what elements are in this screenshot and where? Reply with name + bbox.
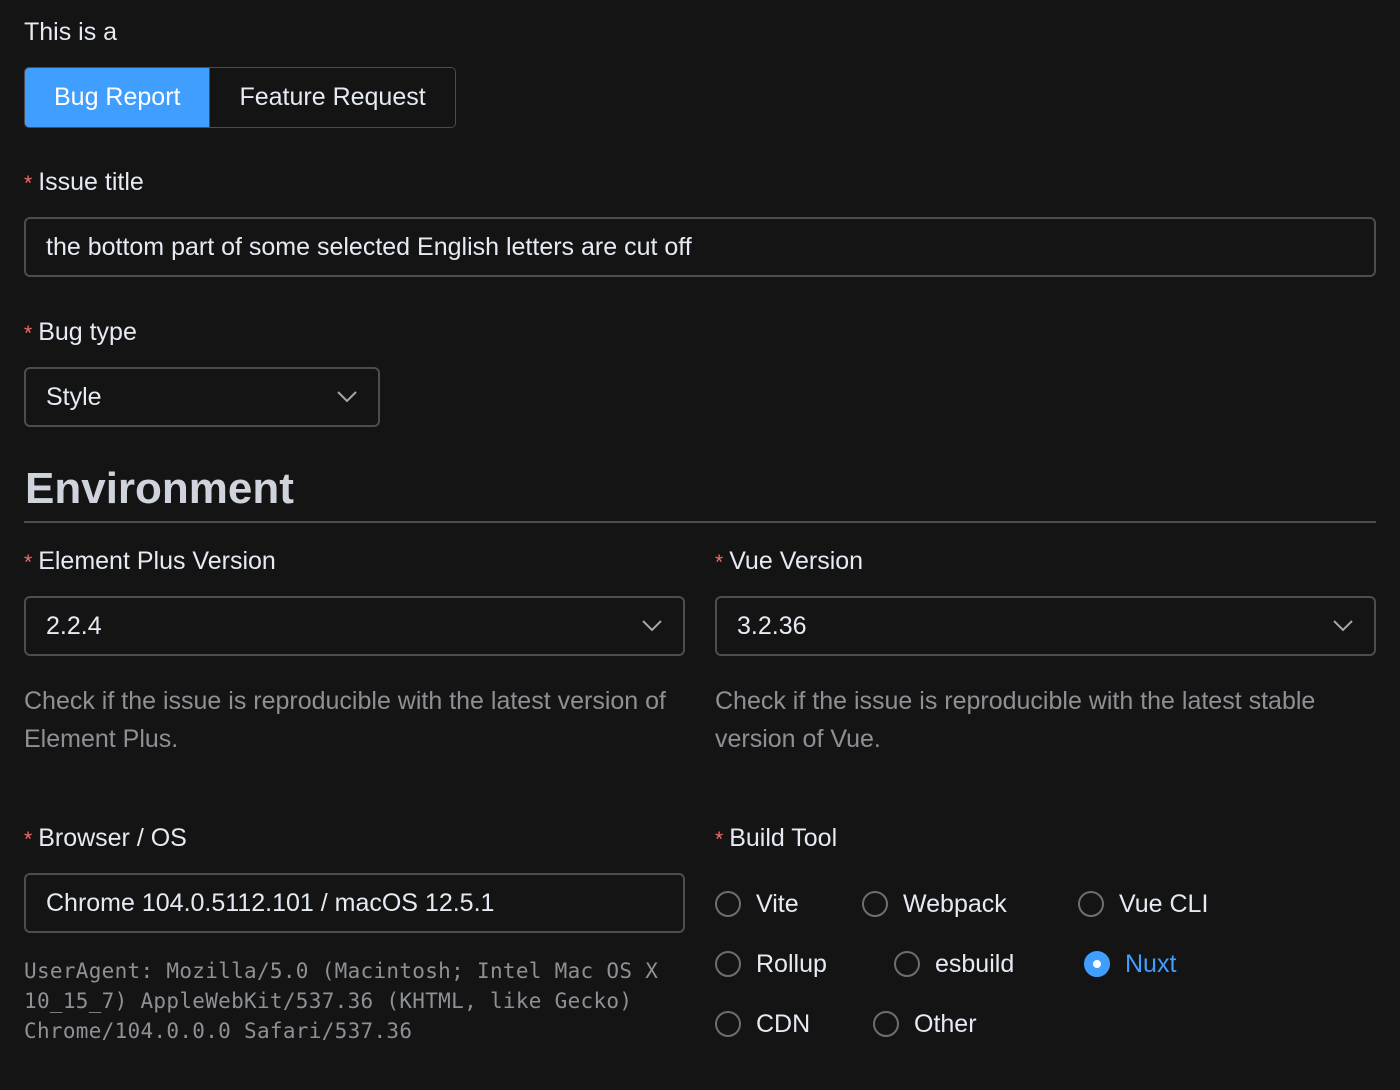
bug-type-label-text: Bug type bbox=[38, 318, 137, 346]
radio-circle-icon bbox=[894, 951, 920, 977]
radio-checked-icon bbox=[1084, 951, 1110, 977]
bug-report-button[interactable]: Bug Report bbox=[25, 68, 210, 127]
required-mark: * bbox=[715, 828, 724, 851]
required-mark: * bbox=[24, 551, 33, 574]
chevron-down-icon bbox=[1332, 615, 1354, 637]
issue-type-label: This is a bbox=[24, 18, 118, 46]
issue-title-label: * Issue title bbox=[24, 167, 144, 199]
build-tool-radio-cdn[interactable]: CDN bbox=[715, 1009, 810, 1039]
required-mark: * bbox=[715, 551, 724, 574]
radio-circle-icon bbox=[715, 1011, 741, 1037]
radio-label: esbuild bbox=[935, 949, 1015, 978]
build-tool-radio-nuxt[interactable]: Nuxt bbox=[1084, 949, 1176, 979]
browser-os-value: Chrome 104.0.5112.101 / macOS 12.5.1 bbox=[46, 888, 495, 917]
radio-circle-icon bbox=[862, 891, 888, 917]
required-mark: * bbox=[24, 828, 33, 851]
issue-title-value: the bottom part of some selected English… bbox=[46, 232, 692, 261]
environment-divider bbox=[24, 521, 1376, 523]
bug-type-select[interactable]: Style bbox=[24, 367, 380, 427]
browser-os-label-text: Browser / OS bbox=[38, 824, 187, 852]
radio-circle-icon bbox=[715, 891, 741, 917]
radio-label: Vite bbox=[756, 889, 799, 918]
build-tool-label-text: Build Tool bbox=[729, 824, 838, 852]
radio-circle-icon bbox=[715, 951, 741, 977]
element-plus-version-help: Check if the issue is reproducible with … bbox=[24, 687, 666, 753]
issue-type-segmented-control: Bug Report Feature Request bbox=[24, 67, 456, 128]
build-tool-label: * Build Tool bbox=[715, 823, 837, 855]
radio-label: Rollup bbox=[756, 949, 827, 978]
chevron-down-icon bbox=[641, 615, 663, 637]
browser-os-label: * Browser / OS bbox=[24, 823, 187, 855]
bug-type-label: * Bug type bbox=[24, 317, 137, 349]
radio-label: CDN bbox=[756, 1009, 811, 1038]
vue-version-label-text: Vue Version bbox=[729, 547, 864, 575]
element-plus-version-label-text: Element Plus Version bbox=[38, 547, 276, 575]
radio-circle-icon bbox=[1078, 891, 1104, 917]
radio-label: Nuxt bbox=[1125, 949, 1177, 978]
user-agent-text: UserAgent: Mozilla/5.0 (Macintosh; Intel… bbox=[24, 959, 659, 1043]
build-tool-radio-webpack[interactable]: Webpack bbox=[862, 889, 1007, 919]
required-mark: * bbox=[24, 172, 33, 195]
vue-version-value: 3.2.36 bbox=[737, 611, 807, 640]
browser-os-input[interactable]: Chrome 104.0.5112.101 / macOS 12.5.1 bbox=[24, 873, 685, 933]
build-tool-radio-rollup[interactable]: Rollup bbox=[715, 949, 827, 979]
vue-version-help: Check if the issue is reproducible with … bbox=[715, 687, 1316, 753]
chevron-down-icon bbox=[336, 386, 358, 408]
issue-title-input[interactable]: the bottom part of some selected English… bbox=[24, 217, 1376, 277]
element-plus-version-value: 2.2.4 bbox=[46, 611, 102, 640]
build-tool-radio-vue-cli[interactable]: Vue CLI bbox=[1078, 889, 1208, 919]
issue-title-label-text: Issue title bbox=[38, 168, 144, 196]
radio-circle-icon bbox=[873, 1011, 899, 1037]
build-tool-radio-other[interactable]: Other bbox=[873, 1009, 977, 1039]
bug-type-value: Style bbox=[46, 382, 102, 411]
element-plus-version-select[interactable]: 2.2.4 bbox=[24, 596, 685, 656]
environment-heading: Environment bbox=[25, 464, 294, 513]
feature-request-button[interactable]: Feature Request bbox=[209, 68, 455, 127]
build-tool-radio-vite[interactable]: Vite bbox=[715, 889, 799, 919]
element-plus-version-label: * Element Plus Version bbox=[24, 546, 276, 578]
radio-label: Webpack bbox=[903, 889, 1007, 918]
required-mark: * bbox=[24, 322, 33, 345]
vue-version-label: * Vue Version bbox=[715, 546, 863, 578]
build-tool-radio-esbuild[interactable]: esbuild bbox=[894, 949, 1014, 979]
vue-version-select[interactable]: 3.2.36 bbox=[715, 596, 1376, 656]
radio-label: Vue CLI bbox=[1119, 889, 1209, 918]
radio-label: Other bbox=[914, 1009, 977, 1038]
